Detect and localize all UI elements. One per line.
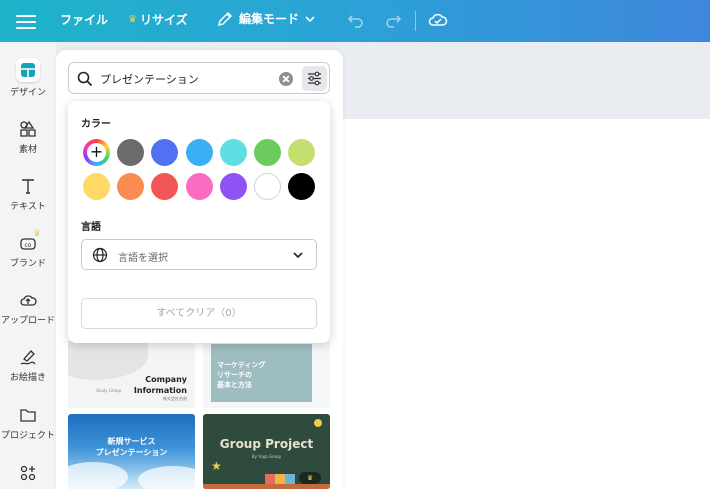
pencil-icon — [217, 11, 233, 26]
language-select[interactable]: 言語を選択 — [81, 239, 317, 270]
color-swatch[interactable] — [288, 173, 316, 200]
color-heading: カラー — [81, 119, 111, 130]
color-swatch[interactable] — [254, 173, 281, 200]
template-card[interactable]: 新規サービス プレゼンテーション — [68, 414, 195, 489]
color-swatch[interactable] — [219, 173, 247, 200]
rail-label: テキスト — [10, 202, 46, 212]
template-card[interactable]: Group Project By Yoga Group ★ ♛ — [203, 414, 330, 489]
search-input[interactable]: プレゼンテーション — [68, 62, 330, 94]
rail-item-text[interactable]: テキスト — [0, 176, 56, 212]
decorative-bar — [203, 484, 330, 489]
decorative-blocks — [265, 474, 295, 484]
template-title-line: Information — [133, 386, 187, 395]
template-title-line: リサーチの — [217, 371, 252, 379]
filter-popup: カラー + 言語 言語を選択 すべてクリア（0） — [68, 101, 330, 343]
clear-search-icon[interactable] — [279, 72, 293, 86]
rail-item-upload[interactable]: アップロード — [0, 290, 56, 326]
language-placeholder: 言語を選択 — [118, 253, 168, 264]
template-title: Company Information — [134, 374, 187, 396]
cloud-save-icon[interactable] — [427, 9, 449, 31]
redo-icon[interactable] — [383, 10, 403, 30]
smiley-icon — [314, 419, 322, 427]
color-swatch[interactable] — [151, 139, 179, 166]
color-swatch[interactable] — [117, 173, 145, 200]
rail-item-brand[interactable]: ♛ co ブランド — [0, 229, 56, 269]
template-title-line: プレゼンテーション — [95, 448, 168, 457]
rail-item-elements[interactable]: 素材 — [0, 119, 56, 155]
template-footer-text: Study Group — [96, 388, 121, 393]
plus-icon: + — [87, 143, 106, 162]
color-swatch[interactable] — [185, 139, 213, 166]
rail-label: アップロード — [0, 316, 55, 326]
edit-mode-label: 編集モード — [239, 12, 300, 26]
cloud-shape — [138, 466, 195, 489]
rail-label: プロジェクト — [0, 431, 55, 441]
undo-icon[interactable] — [346, 10, 366, 30]
template-title: マーケティング リサーチの 基本と方法 — [217, 360, 265, 390]
resize-label: リサイズ — [139, 13, 188, 27]
crown-icon: ♛ — [33, 229, 42, 239]
rail-item-design[interactable]: デザイン — [0, 58, 56, 98]
language-heading: 言語 — [81, 222, 101, 233]
premium-crown-badge: ♛ — [299, 472, 321, 484]
template-subtitle: By Yoga Group — [251, 454, 282, 459]
rail-item-draw[interactable]: お絵描き — [0, 347, 56, 383]
template-title-line: Company — [145, 375, 187, 384]
clear-all-button[interactable]: すべてクリア（0） — [81, 298, 317, 329]
template-card[interactable]: Study Group Company Information 株式会社名前 — [68, 340, 195, 408]
elements-icon — [20, 120, 36, 137]
chevron-down-icon — [293, 252, 303, 259]
folder-icon — [20, 409, 36, 422]
left-rail: デザイン 素材 テキスト ♛ co ブランド アップロード お絵描き プロジェク… — [0, 42, 56, 489]
search-value: プレゼンテーション — [100, 73, 199, 86]
file-menu-button[interactable]: ファイル — [60, 11, 108, 28]
template-title: Group Project — [219, 437, 314, 451]
search-icon — [77, 71, 93, 87]
design-canvas[interactable] — [343, 119, 710, 489]
rail-item-projects[interactable]: プロジェクト — [0, 405, 56, 441]
svg-text:co: co — [25, 242, 32, 249]
globe-icon — [92, 247, 108, 263]
apps-icon — [20, 465, 36, 481]
text-icon — [22, 179, 34, 194]
rail-item-apps[interactable] — [0, 463, 56, 486]
cloud-shape — [68, 462, 128, 489]
edit-mode-button[interactable]: 編集モード — [217, 10, 315, 27]
color-swatch[interactable] — [288, 139, 316, 166]
color-swatch[interactable] — [254, 139, 281, 166]
template-title: 新規サービス プレゼンテーション — [68, 436, 195, 458]
rail-label: お絵描き — [9, 373, 46, 383]
upload-icon — [20, 295, 37, 306]
toolbar-divider — [415, 11, 416, 31]
crown-icon: ♛ — [128, 14, 137, 25]
rail-label: デザイン — [9, 88, 46, 98]
filter-icon — [308, 71, 321, 86]
color-swatch[interactable] — [151, 173, 179, 200]
template-title-line: マーケティング — [217, 361, 266, 369]
template-card[interactable]: マーケティング リサーチの 基本と方法 — [203, 340, 330, 408]
add-color-button[interactable]: + — [83, 139, 110, 166]
chevron-down-icon — [305, 15, 315, 22]
color-swatch[interactable] — [83, 173, 110, 200]
color-swatch[interactable] — [185, 173, 213, 200]
resize-button[interactable]: ♛ リサイズ — [128, 11, 188, 28]
color-swatch[interactable] — [117, 139, 145, 166]
filter-button[interactable] — [302, 66, 327, 91]
template-title-line: 新規サービス — [107, 437, 156, 446]
rail-label: 素材 — [18, 145, 37, 155]
design-icon — [16, 58, 40, 82]
rail-label: ブランド — [9, 259, 46, 269]
top-bar: ファイル ♛ リサイズ 編集モード — [0, 0, 710, 42]
color-swatch[interactable] — [219, 139, 247, 166]
star-icon: ★ — [211, 459, 222, 473]
template-subtitle: 株式会社名前 — [163, 396, 187, 401]
template-title-line: 基本と方法 — [217, 381, 252, 389]
menu-icon[interactable] — [16, 12, 36, 30]
draw-icon — [20, 350, 36, 365]
